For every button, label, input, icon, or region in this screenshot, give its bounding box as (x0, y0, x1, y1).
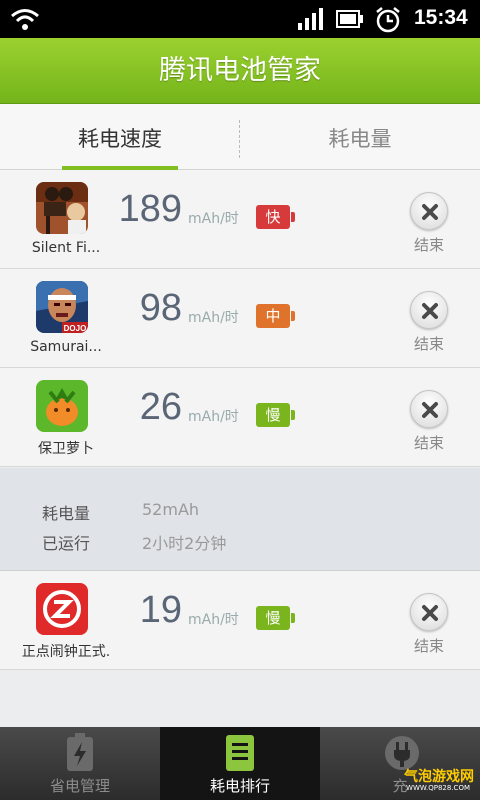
nav-consumption-ranking[interactable]: 耗电排行 (160, 727, 320, 800)
alarm-clock-app-icon (36, 583, 88, 635)
consumption-label: 耗电量 (42, 504, 91, 523)
tab-label: 耗电速度 (78, 127, 162, 151)
svg-text:DOJO: DOJO (64, 324, 87, 333)
end-process-label[interactable]: 结束 (405, 234, 453, 255)
wifi-icon (10, 7, 40, 35)
rate-unit: mAh/时 (188, 409, 239, 425)
rate-unit: mAh/时 (188, 612, 239, 628)
tab-consumption-amount[interactable]: 耗电量 (240, 104, 480, 170)
end-process-label[interactable]: 结束 (405, 635, 453, 656)
end-process-label[interactable]: 结束 (405, 333, 453, 354)
runtime-value: 2小时2分钟 (142, 534, 227, 553)
end-process-label[interactable]: 结束 (405, 432, 453, 453)
close-icon (422, 402, 438, 418)
rate-unit: mAh/时 (188, 310, 239, 326)
speed-level-badge: 慢 (256, 606, 295, 630)
ranking-list-icon (224, 733, 256, 777)
power-rate: 26 (139, 386, 182, 428)
app-title: 腾讯电池管家 (0, 38, 480, 104)
end-process-button[interactable] (410, 192, 448, 230)
watermark-url: WWW.QP828.COM (406, 784, 470, 792)
power-rate: 19 (139, 589, 182, 631)
battery-icon (336, 10, 364, 32)
app-name: Samurai... (30, 339, 102, 355)
app-name: 正点闹钟正式. (21, 644, 111, 660)
signal-icon (298, 8, 326, 34)
app-name: Silent Fi... (31, 240, 101, 256)
end-process-button[interactable] (410, 291, 448, 329)
rate-unit: mAh/时 (188, 211, 239, 227)
carrot-app-icon (36, 380, 88, 432)
nav-label: 省电管理 (49, 777, 110, 795)
close-icon (422, 204, 438, 220)
speed-level-badge: 中 (256, 304, 295, 328)
close-icon (422, 605, 438, 621)
tab-bar: 耗电速度 耗电量 (0, 104, 480, 170)
status-bar: 15:34 (0, 0, 480, 38)
tab-consumption-speed[interactable]: 耗电速度 (0, 104, 240, 170)
power-rate: 189 (118, 188, 182, 230)
app-row[interactable]: 保卫萝卜 26 mAh/时 慢 结束 (0, 368, 480, 467)
silent-film-app-icon (36, 182, 88, 234)
power-rate: 98 (139, 287, 182, 329)
app-row[interactable]: DOJO Samurai... 98 mAh/时 中 结束 (0, 269, 480, 368)
end-process-button[interactable] (410, 593, 448, 631)
battery-bolt-icon (64, 733, 96, 777)
app-detail-panel: 耗电量 52mAh 已运行 2小时2分钟 (0, 468, 480, 571)
consumption-value: 52mAh (142, 500, 200, 519)
runtime-label: 已运行 (42, 534, 91, 553)
watermark-logo: 气泡游戏网 WWW.QP828.COM (390, 762, 480, 798)
app-name: 保卫萝卜 (38, 441, 94, 457)
speed-level-badge: 慢 (256, 403, 295, 427)
speed-level-badge: 快 (256, 205, 295, 229)
watermark-text: 气泡游戏网 (404, 769, 474, 785)
alarm-icon (374, 6, 402, 38)
clock-time: 15:34 (414, 6, 468, 29)
close-icon (422, 303, 438, 319)
end-process-button[interactable] (410, 390, 448, 428)
app-row[interactable]: 正点闹钟正式. 19 mAh/时 慢 结束 (0, 571, 480, 670)
app-row[interactable]: Silent Fi... 189 mAh/时 快 结束 (0, 170, 480, 269)
tab-label: 耗电量 (328, 127, 392, 151)
samurai-app-icon: DOJO (36, 281, 88, 333)
nav-power-saving[interactable]: 省电管理 (0, 727, 160, 800)
nav-label: 耗电排行 (209, 777, 270, 795)
